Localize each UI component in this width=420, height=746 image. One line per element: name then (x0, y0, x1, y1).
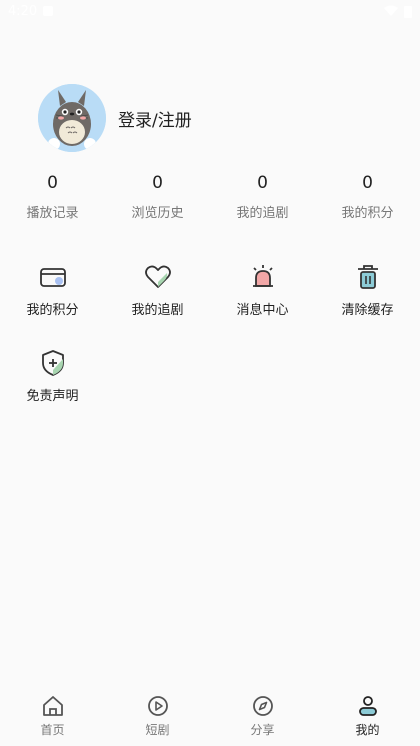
menu-item-clear-cache[interactable]: 清除缓存 (315, 262, 420, 348)
stats-row: 0 播放记录 0 浏览历史 0 我的追剧 0 我的积分 (0, 172, 420, 221)
menu-grid: 我的积分 我的追剧 消息中心 清除缓存 免责声明 (0, 262, 420, 434)
stat-my-follows[interactable]: 0 我的追剧 (210, 172, 315, 221)
trash-icon (357, 265, 378, 289)
menu-item-disclaimer[interactable]: 免责声明 (0, 348, 105, 434)
stat-value: 0 (47, 173, 58, 193)
status-bar: 4:20 (0, 0, 420, 22)
menu-item-message-center[interactable]: 消息中心 (210, 262, 315, 348)
stat-value: 0 (152, 173, 163, 193)
stat-label: 播放记录 (26, 206, 79, 221)
menu-item-label: 免责声明 (26, 389, 79, 404)
battery-icon (404, 5, 412, 18)
totoro-avatar-icon (38, 84, 106, 152)
menu-item-label: 我的追剧 (131, 303, 184, 318)
tab-share[interactable]: 分享 (210, 686, 315, 746)
stat-label: 我的积分 (341, 206, 394, 221)
notification-icon (43, 6, 54, 16)
tab-label: 首页 (40, 723, 65, 737)
wifi-icon (384, 5, 398, 16)
play-icon (147, 696, 168, 716)
home-icon (42, 696, 63, 716)
tab-short-drama[interactable]: 短剧 (105, 686, 210, 746)
menu-item-my-follows[interactable]: 我的追剧 (105, 262, 210, 348)
compass-icon (252, 696, 273, 716)
stat-value: 0 (257, 173, 268, 193)
tab-home[interactable]: 首页 (0, 686, 105, 746)
avatar[interactable] (38, 84, 106, 152)
tab-label: 短剧 (145, 723, 170, 737)
stat-my-points[interactable]: 0 我的积分 (315, 172, 420, 221)
stat-label: 我的追剧 (236, 206, 289, 221)
menu-item-my-points[interactable]: 我的积分 (0, 262, 105, 348)
profile-header[interactable]: 登录/注册 (38, 84, 192, 152)
user-icon (358, 696, 377, 716)
stat-label: 浏览历史 (131, 206, 184, 221)
bottom-tab-bar: 首页 短剧 分享 我的 (0, 686, 420, 746)
menu-item-label: 消息中心 (236, 303, 289, 318)
stat-play-history[interactable]: 0 播放记录 (0, 172, 105, 221)
stat-browse-history[interactable]: 0 浏览历史 (105, 172, 210, 221)
menu-item-label: 清除缓存 (341, 303, 394, 318)
card-icon (39, 268, 66, 287)
status-time: 4:20 (8, 3, 38, 19)
alarm-icon (252, 265, 273, 287)
login-register-link[interactable]: 登录/注册 (118, 106, 192, 131)
tab-label: 我的 (355, 723, 380, 737)
stat-value: 0 (362, 173, 373, 193)
tab-mine[interactable]: 我的 (315, 686, 420, 746)
menu-item-label: 我的积分 (26, 303, 79, 318)
heart-icon (144, 265, 171, 288)
shield-icon (41, 350, 64, 376)
tab-label: 分享 (250, 723, 275, 737)
